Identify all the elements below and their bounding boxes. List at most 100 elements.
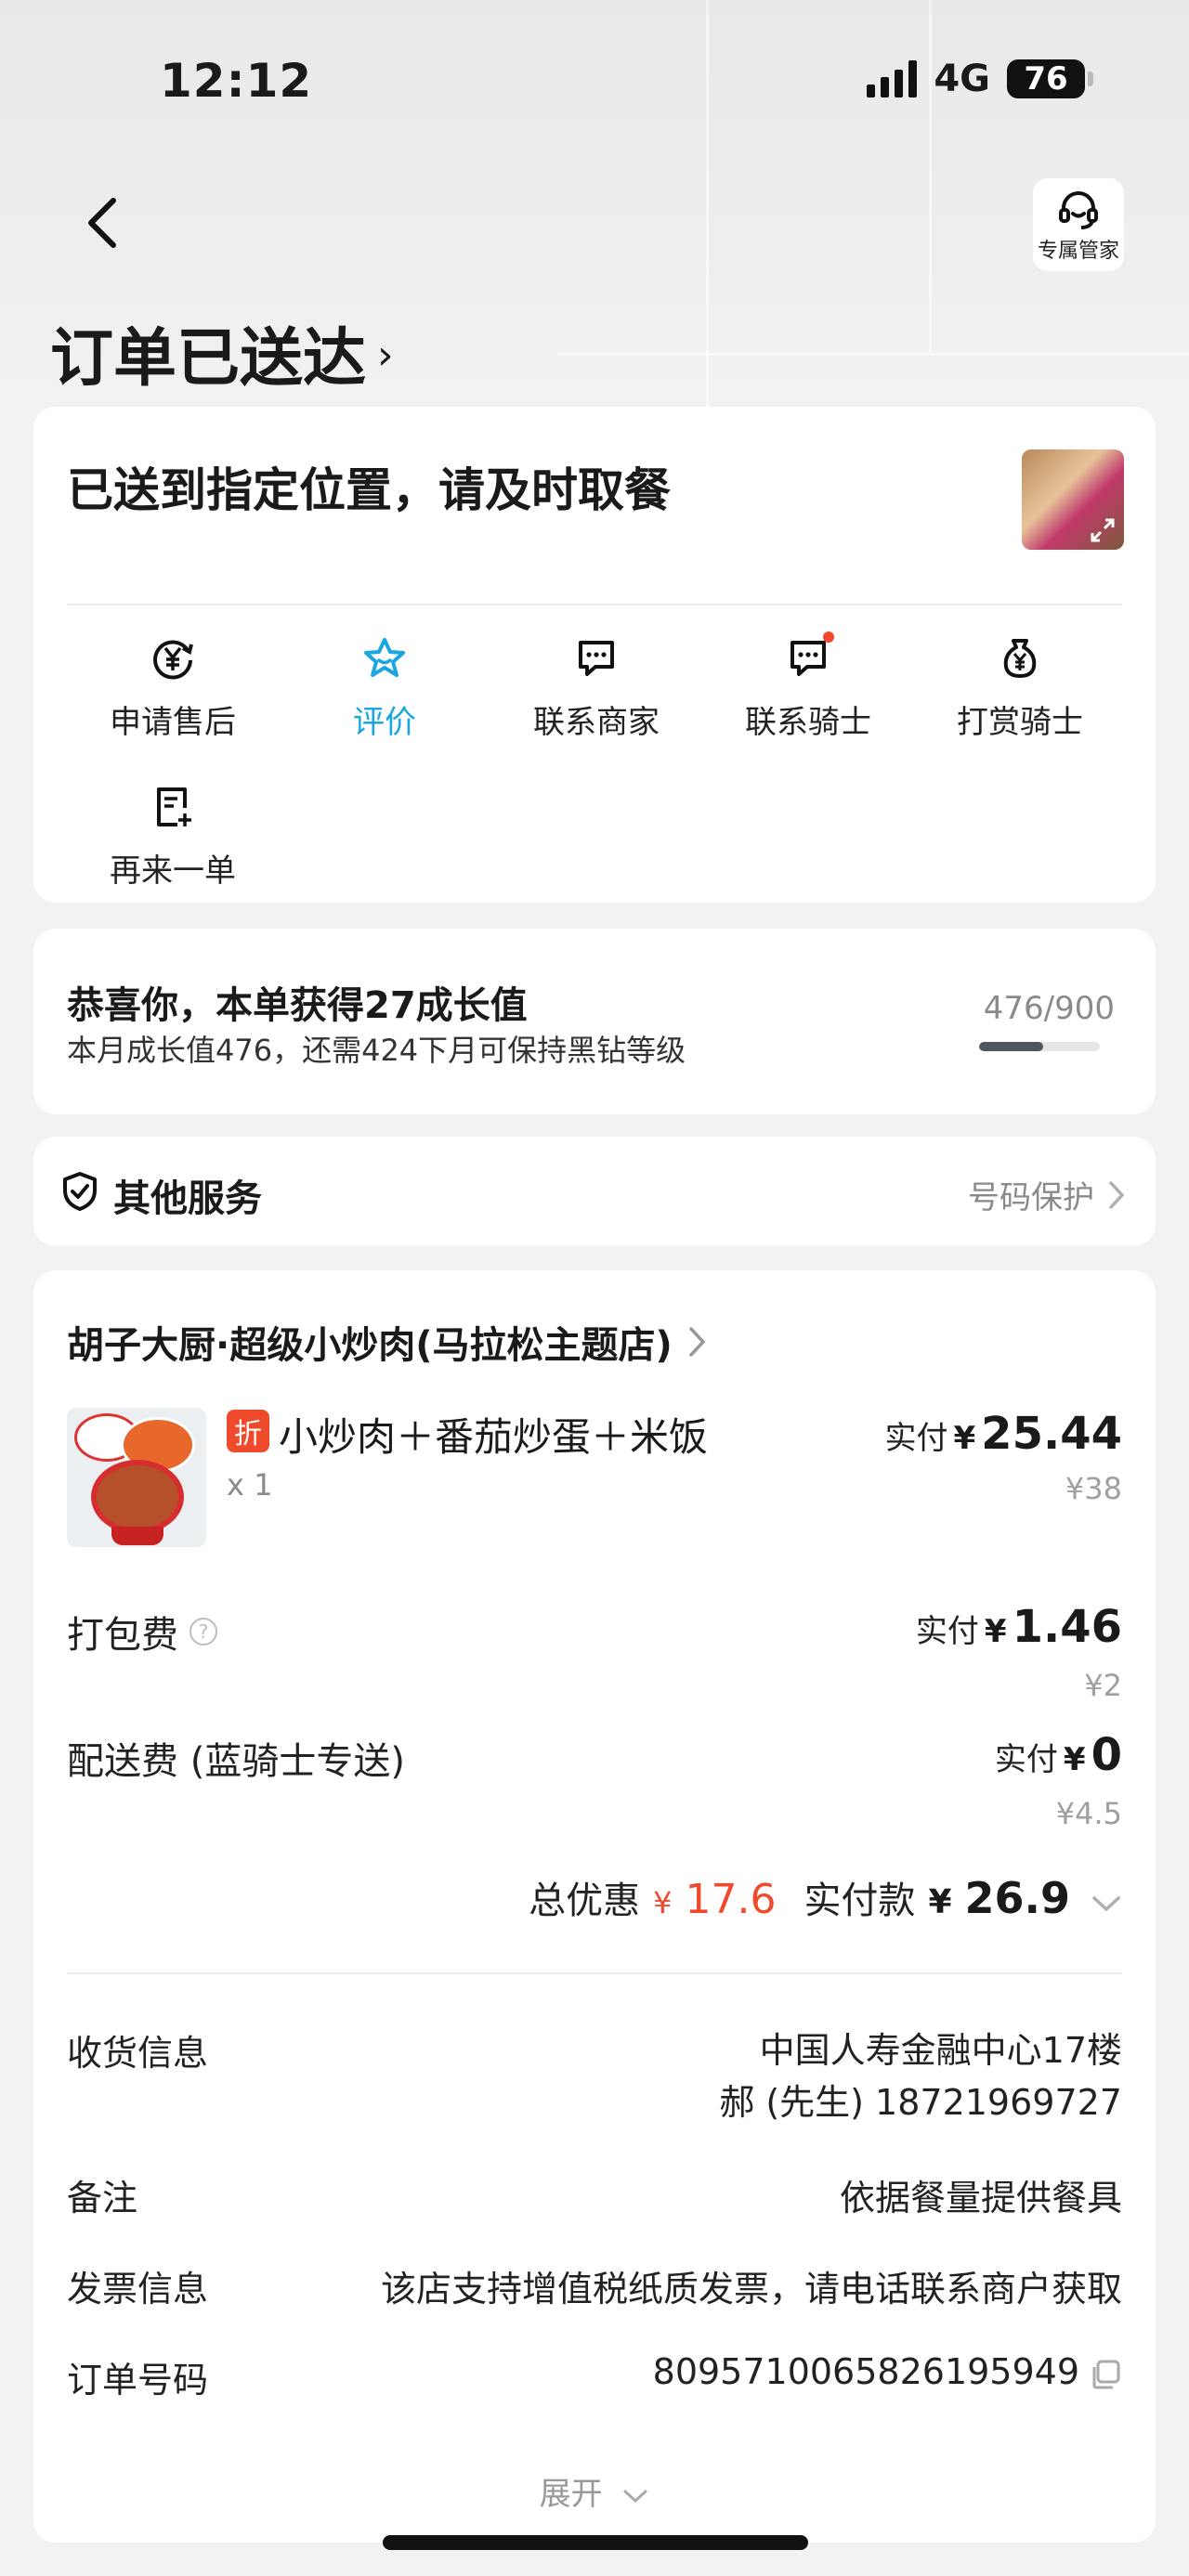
- packing-fee-paid: 实付 ¥ 1.46: [916, 1601, 1122, 1653]
- paid-label: 实付: [994, 1741, 1058, 1778]
- growth-detail: 本月成长值476，还需424下月可保持黑钻等级: [67, 1033, 686, 1068]
- shield-check-icon: [63, 1172, 97, 1211]
- contact-merchant-label: 联系商家: [533, 704, 660, 741]
- delivery-photo-thumbnail[interactable]: [1022, 449, 1124, 550]
- order-total-row[interactable]: 总优惠 ¥ 17.6 实付款 ¥ 26.9: [529, 1870, 1122, 1924]
- service-manager-label: 专属管家: [1037, 240, 1119, 263]
- paid-amount: 1.46: [1012, 1601, 1122, 1653]
- total-discount-label: 总优惠: [529, 1880, 641, 1922]
- reorder-button[interactable]: 再来一单: [67, 774, 279, 891]
- number-protection-label: 号码保护: [968, 1179, 1094, 1216]
- chevron-right-icon: [689, 1327, 706, 1357]
- tip-rider-button[interactable]: 打赏骑士: [914, 626, 1126, 742]
- divider: [67, 1972, 1122, 1974]
- battery-icon: 76: [1007, 59, 1093, 98]
- paid-amount: 25.44: [981, 1408, 1122, 1460]
- total-paid-label: 实付款: [804, 1880, 916, 1922]
- note-label: 备注: [67, 2178, 138, 2218]
- delivery-fee-original: ¥4.5: [1055, 1796, 1122, 1831]
- item-name: 小炒肉＋番茄炒蛋＋米饭: [279, 1414, 709, 1460]
- address-line: 中国人寿金融中心17楼: [759, 2030, 1122, 2071]
- expand-label: 展开: [539, 2476, 603, 2513]
- invoice-value: 该店支持增值税纸质发票，请电话联系商户获取: [380, 2269, 1122, 2309]
- growth-progress-bar: [979, 1042, 1100, 1051]
- recipient-line: 郝 (先生) 18721969727: [719, 2082, 1122, 2123]
- item-original-price: ¥38: [1065, 1471, 1122, 1506]
- order-number-label: 订单号码: [67, 2360, 209, 2400]
- currency-symbol: ¥: [1063, 1741, 1086, 1778]
- copy-icon[interactable]: [1089, 2358, 1122, 2391]
- notification-dot: [823, 631, 834, 643]
- order-status-title[interactable]: 订单已送达 ›: [50, 306, 394, 398]
- help-icon[interactable]: ?: [189, 1618, 217, 1646]
- paid-amount: 0: [1091, 1729, 1122, 1781]
- after-sale-label: 申请售后: [110, 704, 236, 741]
- delivery-fee-paid: 实付 ¥ 0: [995, 1729, 1122, 1781]
- packing-fee-label: 打包费: [67, 1614, 178, 1657]
- chat-icon: [579, 641, 614, 676]
- reorder-label: 再来一单: [110, 852, 236, 890]
- total-paid-amount: 26.9: [964, 1873, 1071, 1923]
- address-label: 收货信息: [67, 2033, 209, 2074]
- invoice-label: 发票信息: [67, 2269, 209, 2309]
- reorder-icon: [157, 787, 191, 826]
- currency-symbol: ¥: [928, 1883, 952, 1921]
- currency-symbol: ¥: [953, 1420, 976, 1457]
- chevron-right-icon: ›: [377, 332, 394, 379]
- after-sale-button[interactable]: 申请售后: [67, 626, 279, 742]
- other-services-card[interactable]: 其他服务 号码保护: [33, 1137, 1156, 1246]
- tip-rider-label: 打赏骑士: [957, 704, 1083, 741]
- chat-icon: [790, 641, 826, 676]
- order-number-value: 8095710065826195949: [652, 2351, 1079, 2392]
- review-label: 评价: [353, 704, 416, 741]
- signal-icon: [867, 60, 918, 98]
- paid-label: 实付: [915, 1613, 979, 1650]
- discount-badge: 折: [227, 1410, 269, 1452]
- note-value: 依据餐量提供餐具: [839, 2178, 1122, 2218]
- total-discount-amount: 17.6: [685, 1876, 777, 1923]
- order-number-row: 8095710065826195949: [653, 2351, 1122, 2392]
- back-arrow-icon: [88, 198, 116, 248]
- delivery-fee-label: 配送费 (蓝骑士专送): [67, 1740, 405, 1783]
- currency-symbol: ¥: [984, 1613, 1007, 1650]
- contact-merchant-button[interactable]: 联系商家: [490, 626, 702, 742]
- packing-fee-original: ¥2: [1084, 1668, 1122, 1703]
- growth-progress-fill: [979, 1042, 1043, 1051]
- number-protection-link[interactable]: 号码保护: [968, 1172, 1126, 1217]
- chevron-down-icon: [623, 2490, 647, 2503]
- other-services-title: 其他服务: [113, 1177, 262, 1220]
- item-paid-price: 实付 ¥ 25.44: [885, 1408, 1123, 1460]
- expand-icon: [1091, 518, 1115, 542]
- status-time: 12:12: [160, 54, 313, 108]
- contact-rider-button[interactable]: 联系骑士: [702, 626, 914, 742]
- headset-icon: [1059, 191, 1098, 229]
- address-value: 中国人寿金融中心17楼 郝 (先生) 18721969727: [719, 2024, 1122, 2128]
- status-indicators: 4G 76: [867, 58, 1093, 100]
- chevron-down-icon: [1092, 1896, 1120, 1912]
- divider: [67, 604, 1122, 605]
- delivery-status-card: 已送到指定位置，请及时取餐 申请售后 评价 联系商家 联系骑士 打赏骑士 再来一…: [33, 407, 1156, 903]
- yen-refund-icon: [153, 640, 193, 680]
- network-label: 4G: [934, 58, 990, 100]
- service-manager-button[interactable]: 专属管家: [1033, 178, 1124, 271]
- review-button[interactable]: 评价: [279, 626, 490, 742]
- chevron-right-icon: [1109, 1180, 1125, 1209]
- contact-rider-label: 联系骑士: [745, 704, 871, 741]
- currency-symbol: ¥: [653, 1885, 673, 1920]
- growth-headline: 恭喜你，本单获得27成长值: [67, 984, 528, 1027]
- order-status-text: 订单已送达: [50, 322, 367, 396]
- food-image[interactable]: [67, 1408, 206, 1547]
- growth-progress-text: 476/900: [983, 990, 1115, 1027]
- money-bag-icon: [1003, 639, 1037, 678]
- order-details-card: 胡子大厨·超级小炒肉(马拉松主题店) 折 小炒肉＋番茄炒蛋＋米饭 x 1 实付 …: [33, 1270, 1156, 2543]
- home-indicator[interactable]: [383, 2535, 808, 2550]
- shop-link[interactable]: 胡子大厨·超级小炒肉(马拉松主题店): [67, 1315, 708, 1369]
- expand-button[interactable]: 展开: [33, 2468, 1156, 2514]
- star-icon: [364, 638, 405, 677]
- growth-points-card[interactable]: 恭喜你，本单获得27成长值 本月成长值476，还需424下月可保持黑钻等级 47…: [33, 929, 1156, 1114]
- back-button[interactable]: [78, 193, 130, 253]
- paid-label: 实付: [884, 1420, 948, 1457]
- item-quantity: x 1: [227, 1467, 273, 1503]
- shop-name: 胡子大厨·超级小炒肉(马拉松主题店): [67, 1324, 673, 1367]
- packing-fee-label-row: 打包费 ?: [67, 1605, 217, 1659]
